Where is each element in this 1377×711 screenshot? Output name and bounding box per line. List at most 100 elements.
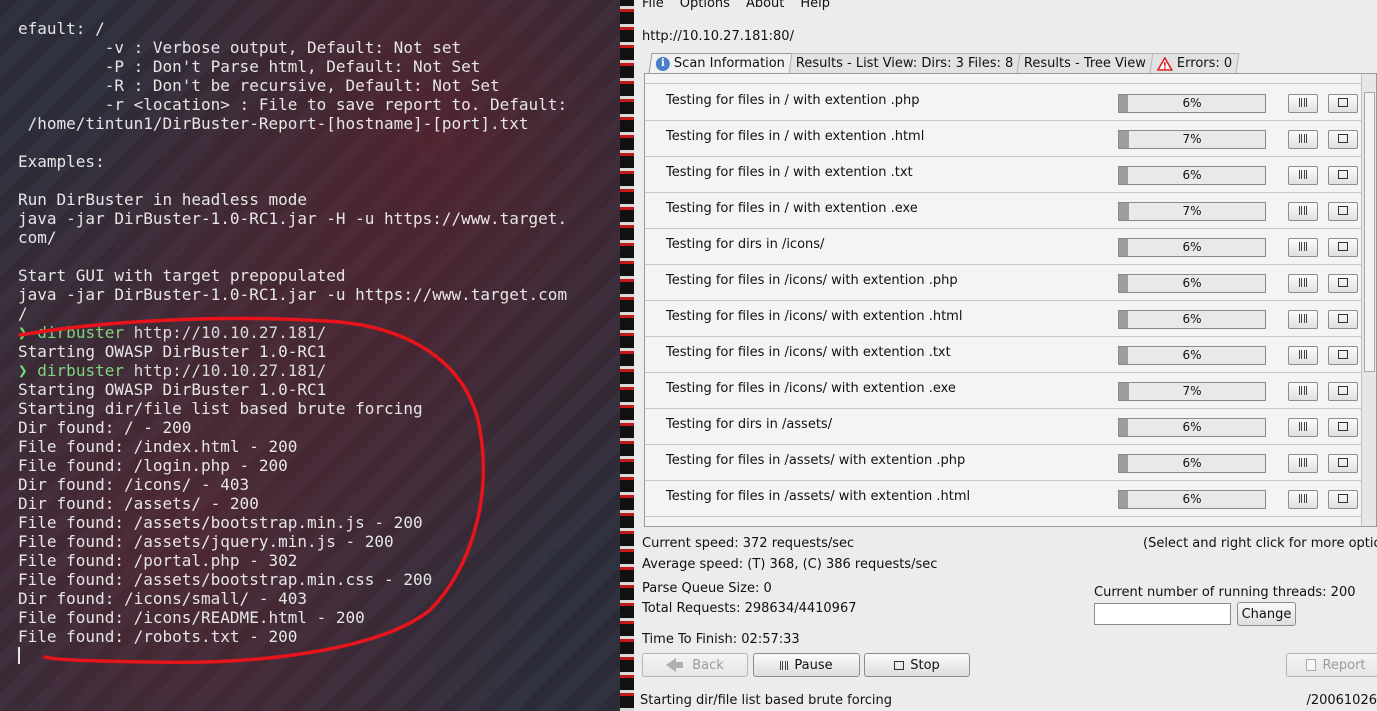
- task-stop-button[interactable]: [1328, 274, 1358, 293]
- task-stop-button[interactable]: [1328, 94, 1358, 113]
- tab-bar: i Scan Information Results - List View: …: [648, 53, 1240, 73]
- terminal-window[interactable]: efault: / -v : Verbose output, Default: …: [0, 0, 620, 711]
- scan-task-label: Testing for dirs in /assets/: [666, 417, 833, 432]
- task-pause-button[interactable]: [1288, 274, 1318, 293]
- tab-results-list-view[interactable]: Results - List View: Dirs: 3 Files: 8: [788, 53, 1021, 73]
- command-name: dirbuster: [37, 361, 124, 380]
- terminal-line: -r <location> : File to save report to. …: [18, 95, 568, 114]
- task-stop-button[interactable]: [1328, 346, 1358, 365]
- terminal-line: Run DirBuster in headless mode: [18, 190, 307, 209]
- task-pause-button[interactable]: [1288, 346, 1318, 365]
- scan-task-label: Testing for dirs in /icons/: [666, 237, 825, 252]
- scan-task-row[interactable]: Testing for dirs in /icons/6%: [645, 229, 1361, 265]
- task-pause-button[interactable]: [1288, 382, 1318, 401]
- scan-task-row[interactable]: Testing for files in / with extention .h…: [645, 121, 1361, 157]
- scan-task-row[interactable]: Testing for files in /icons/ with extent…: [645, 265, 1361, 301]
- stop-icon: [1338, 314, 1348, 323]
- pause-icon: [780, 660, 789, 670]
- report-icon: [1306, 659, 1317, 671]
- change-button[interactable]: Change: [1237, 602, 1296, 626]
- progress-percent: 6%: [1182, 96, 1202, 110]
- pause-icon: [1299, 314, 1307, 323]
- task-pause-button[interactable]: [1288, 166, 1318, 185]
- task-stop-button[interactable]: [1328, 166, 1358, 185]
- scan-task-row[interactable]: Testing for files in / with extention .e…: [645, 193, 1361, 229]
- task-pause-button[interactable]: [1288, 418, 1318, 437]
- task-pause-button[interactable]: [1288, 130, 1318, 149]
- pause-icon: [1299, 494, 1307, 503]
- terminal-line: File found: /portal.php - 302: [18, 551, 298, 570]
- terminal-line: File found: /assets/bootstrap.min.js - 2…: [18, 513, 423, 532]
- back-button[interactable]: Back: [642, 653, 748, 677]
- stop-button-label: Stop: [910, 657, 940, 673]
- task-stop-button[interactable]: [1328, 490, 1358, 509]
- report-button[interactable]: Report: [1286, 653, 1377, 677]
- task-pause-button[interactable]: [1288, 490, 1318, 509]
- stop-icon: [1338, 422, 1348, 431]
- task-pause-button[interactable]: [1288, 310, 1318, 329]
- task-stop-button[interactable]: [1328, 130, 1358, 149]
- terminal-line: File found: /icons/README.html - 200: [18, 608, 365, 627]
- task-stop-button[interactable]: [1328, 202, 1358, 221]
- scan-task-label: Testing for files in / with extention .h…: [666, 129, 925, 144]
- task-stop-button[interactable]: [1328, 418, 1358, 437]
- pause-icon: [1299, 242, 1307, 251]
- terminal-line: Dir found: /assets/ - 200: [18, 494, 259, 513]
- scan-task-row[interactable]: Testing for files in / with extention .t…: [645, 157, 1361, 193]
- terminal-line: Starting dir/file list based brute forci…: [18, 399, 423, 418]
- task-stop-button[interactable]: [1328, 454, 1358, 473]
- scan-task-row[interactable]: Testing for files in /assets/ with exten…: [645, 481, 1361, 517]
- dirbuster-window: File Options About Help http://10.10.27.…: [634, 0, 1377, 711]
- scan-task-label: Testing for files in / with extention .t…: [666, 165, 913, 180]
- scan-task-row[interactable]: Testing for files in /icons/ with extent…: [645, 337, 1361, 373]
- task-pause-button[interactable]: [1288, 454, 1318, 473]
- terminal-line: com/: [18, 228, 57, 247]
- prompt-symbol: ❯: [18, 361, 28, 380]
- scan-task-label: Testing for files in / with extention .e…: [666, 201, 918, 216]
- current-speed: Current speed: 372 requests/sec: [642, 536, 855, 551]
- scan-task-label: Testing for files in / with extention .p…: [666, 93, 920, 108]
- scrollbar-thumb[interactable]: [1364, 92, 1375, 372]
- task-pause-button[interactable]: [1288, 202, 1318, 221]
- scan-information-panel[interactable]: Testing for files in / with extention .p…: [644, 73, 1377, 527]
- terminal-output: efault: / -v : Verbose output, Default: …: [18, 19, 618, 665]
- total-requests: Total Requests: 298634/4410967: [642, 601, 857, 616]
- progress-percent: 7%: [1182, 204, 1202, 218]
- scan-task-row[interactable]: Testing for dirs in /assets/6%: [645, 409, 1361, 445]
- terminal-line: File found: /login.php - 200: [18, 456, 288, 475]
- task-pause-button[interactable]: [1288, 94, 1318, 113]
- menu-options[interactable]: Options: [672, 0, 738, 13]
- tab-results-tree-view[interactable]: Results - Tree View: [1016, 53, 1154, 73]
- scan-task-row[interactable]: Testing for files in /assets/ with exten…: [645, 445, 1361, 481]
- status-version: /20061026: [1306, 693, 1377, 708]
- task-stop-button[interactable]: [1328, 310, 1358, 329]
- tab-errors[interactable]: Errors: 0: [1149, 53, 1240, 73]
- scan-task-row[interactable]: Testing for files in /icons/ with extent…: [645, 373, 1361, 409]
- scan-row-partial: [645, 74, 1361, 84]
- terminal-line: Starting OWASP DirBuster 1.0-RC1: [18, 342, 327, 361]
- prompt-symbol: ❯: [18, 323, 28, 342]
- threads-input[interactable]: [1094, 603, 1231, 625]
- menu-file[interactable]: File: [634, 0, 672, 13]
- task-pause-button[interactable]: [1288, 238, 1318, 257]
- scan-task-row[interactable]: Testing for files in /icons/ with extent…: [645, 301, 1361, 337]
- stop-button[interactable]: Stop: [864, 653, 970, 677]
- terminal-input-line[interactable]: [18, 646, 618, 665]
- menu-help[interactable]: Help: [792, 0, 838, 13]
- pause-icon: [1299, 206, 1307, 215]
- scan-task-row[interactable]: Testing for files in / with extention .p…: [645, 85, 1361, 121]
- terminal-line: efault: /: [18, 19, 105, 38]
- scan-scrollbar[interactable]: [1361, 74, 1376, 526]
- tab-label: Scan Information: [673, 56, 785, 71]
- stop-icon: [1338, 350, 1348, 359]
- pause-icon: [1299, 422, 1307, 431]
- terminal-line: Starting OWASP DirBuster 1.0-RC1: [18, 380, 327, 399]
- task-stop-button[interactable]: [1328, 382, 1358, 401]
- pause-button[interactable]: Pause: [753, 653, 860, 677]
- tab-scan-information[interactable]: i Scan Information: [648, 53, 793, 73]
- task-stop-button[interactable]: [1328, 238, 1358, 257]
- menu-about[interactable]: About: [738, 0, 792, 13]
- scan-task-label: Testing for files in /icons/ with extent…: [666, 309, 963, 324]
